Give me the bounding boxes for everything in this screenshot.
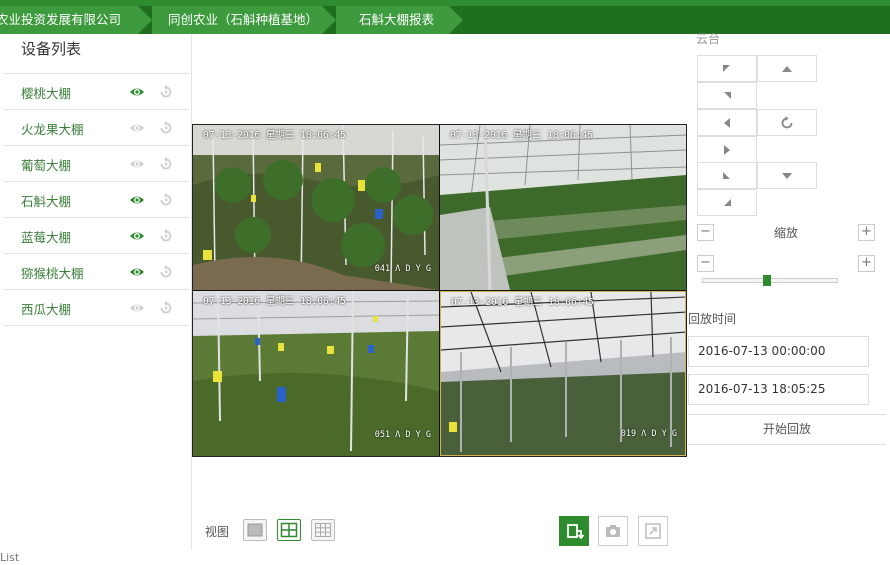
arrow-right-icon (724, 144, 730, 155)
control-panel: 云台 − 缩放 + − + 回放时间 2016-07-13 00:00:00 2… (688, 32, 890, 565)
view-label: 视图 (205, 525, 230, 539)
device-item[interactable]: 火龙果大棚 (3, 110, 190, 146)
camera-timestamp: 07-13-2016 星期三 18:06:45 (203, 296, 346, 307)
eye-icon[interactable] (129, 192, 145, 208)
camera-timestamp: 07-13-2016 星期三 18:06:45 (203, 130, 346, 141)
breadcrumb-item-company[interactable]: 农业投资发展有限公司 (0, 6, 154, 34)
eye-icon[interactable] (129, 300, 145, 316)
zoom-slider[interactable] (702, 275, 838, 286)
arrow-down-right-icon (724, 198, 731, 206)
replay-icon[interactable] (158, 84, 174, 100)
zoom-label: 缩放 (774, 226, 799, 240)
arrow-up-right-icon (724, 91, 731, 99)
camera-icon (606, 525, 620, 537)
footer-text: List (0, 551, 20, 564)
arrow-up-icon (782, 65, 792, 72)
layout-2x2-button[interactable] (277, 519, 301, 541)
eye-icon[interactable] (129, 120, 145, 136)
breadcrumb-item-report[interactable]: 石斛大棚报表 (336, 6, 465, 34)
camera-view-4[interactable]: 07-13-2016 星期三 18:06:45 019 Λ D Y G (440, 291, 686, 456)
eye-icon[interactable] (129, 264, 145, 280)
breadcrumb-bar: 农业投资发展有限公司 同创农业（石斛种植基地） 石斛大棚报表 (0, 0, 890, 34)
camera-id: 019 Λ D Y G (620, 429, 677, 439)
playback-start-field[interactable]: 2016-07-13 00:00:00 (688, 336, 869, 367)
eye-icon[interactable] (129, 84, 145, 100)
quad-view-icon (280, 522, 298, 538)
nine-view-icon (315, 523, 331, 537)
replay-icon[interactable] (158, 156, 174, 172)
device-name: 猕猴桃大棚 (21, 266, 84, 281)
eye-icon[interactable] (129, 156, 145, 172)
camera-view-3[interactable]: 07-13-2016 星期三 18:06:45 051 Λ D Y G (193, 291, 439, 456)
device-name: 樱桃大棚 (21, 86, 72, 101)
camera-view-1[interactable]: 07-13-2016 星期三 18:06:45 041 Λ D Y G (193, 125, 439, 290)
ptz-right-button[interactable] (697, 136, 757, 163)
ptz-down-left-button[interactable] (697, 162, 757, 189)
fullscreen-button[interactable] (638, 516, 668, 546)
zoom-in-button[interactable]: + (858, 224, 875, 241)
playback-end-field[interactable]: 2016-07-13 18:05:25 (688, 374, 869, 405)
ptz-reset-button[interactable] (757, 109, 817, 136)
ptz-up-left-button[interactable] (697, 55, 757, 82)
focus-in-button[interactable]: + (858, 255, 875, 272)
arrow-down-left-icon (723, 171, 730, 179)
device-item[interactable]: 石斛大棚 (3, 182, 190, 218)
ptz-down-button[interactable] (757, 162, 817, 189)
start-playback-button[interactable]: 开始回放 (688, 414, 886, 445)
replay-icon[interactable] (158, 120, 174, 136)
camera-view-2[interactable]: 07-13-2016 星期三 18:06:45 (440, 125, 686, 290)
device-name: 西瓜大棚 (21, 302, 72, 317)
camera-id: 041 Λ D Y G (374, 264, 431, 274)
snapshot-button[interactable] (598, 516, 628, 546)
playback-time-label: 回放时间 (688, 312, 737, 326)
device-name: 火龙果大棚 (21, 122, 84, 137)
ptz-left-button[interactable] (697, 109, 757, 136)
eye-icon[interactable] (129, 228, 145, 244)
breadcrumb-label: 同创农业（石斛种植基地） (168, 12, 319, 27)
device-item[interactable]: 葡萄大棚 (3, 146, 190, 182)
zoom-slider-handle[interactable] (763, 275, 771, 286)
ptz-up-button[interactable] (757, 55, 817, 82)
breadcrumb-label: 石斛大棚报表 (359, 12, 435, 27)
ptz-up-right-button[interactable] (697, 82, 757, 109)
device-name: 葡萄大棚 (21, 158, 72, 173)
fullscreen-icon (645, 523, 661, 539)
arrow-left-icon (724, 117, 730, 128)
device-list-title: 设备列表 (21, 40, 82, 58)
device-item[interactable]: 猕猴桃大棚 (3, 254, 190, 290)
single-view-icon (247, 523, 263, 537)
device-item[interactable]: 蓝莓大棚 (3, 218, 190, 254)
video-grid: 07-13-2016 星期三 18:06:45 041 Λ D Y G 07-1… (192, 124, 687, 457)
refresh-icon (781, 115, 793, 128)
rotate-view-button[interactable] (559, 516, 589, 546)
camera-timestamp: 07-13-2016 星期三 18:06:45 (451, 297, 594, 308)
breadcrumb-label: 农业投资发展有限公司 (0, 12, 122, 27)
device-item[interactable]: 樱桃大棚 (3, 74, 190, 110)
device-sidebar: 设备列表 樱桃大棚火龙果大棚葡萄大棚石斛大棚蓝莓大棚猕猴桃大棚西瓜大棚 (0, 34, 192, 550)
replay-icon[interactable] (158, 264, 174, 280)
arrow-down-icon (782, 172, 792, 179)
replay-icon[interactable] (158, 300, 174, 316)
layout-3x3-button[interactable] (311, 519, 335, 541)
replay-icon[interactable] (158, 228, 174, 244)
camera-timestamp: 07-13-2016 星期三 18:06:45 (450, 130, 593, 141)
device-name: 石斛大棚 (21, 194, 72, 209)
zoom-out-button[interactable]: − (697, 224, 714, 241)
device-name: 蓝莓大棚 (21, 230, 72, 245)
ptz-down-right-button[interactable] (697, 189, 757, 216)
layout-1x1-button[interactable] (243, 519, 267, 541)
focus-out-button[interactable]: − (697, 255, 714, 272)
replay-icon[interactable] (158, 192, 174, 208)
breadcrumb-item-base[interactable]: 同创农业（石斛种植基地） (152, 6, 338, 34)
device-list: 樱桃大棚火龙果大棚葡萄大棚石斛大棚蓝莓大棚猕猴桃大棚西瓜大棚 (3, 73, 190, 326)
arrow-up-left-icon (723, 64, 730, 72)
ptz-title: 云台 (696, 32, 721, 46)
rotate-icon (567, 524, 585, 540)
camera-id: 051 Λ D Y G (374, 430, 431, 440)
device-item[interactable]: 西瓜大棚 (3, 290, 190, 326)
